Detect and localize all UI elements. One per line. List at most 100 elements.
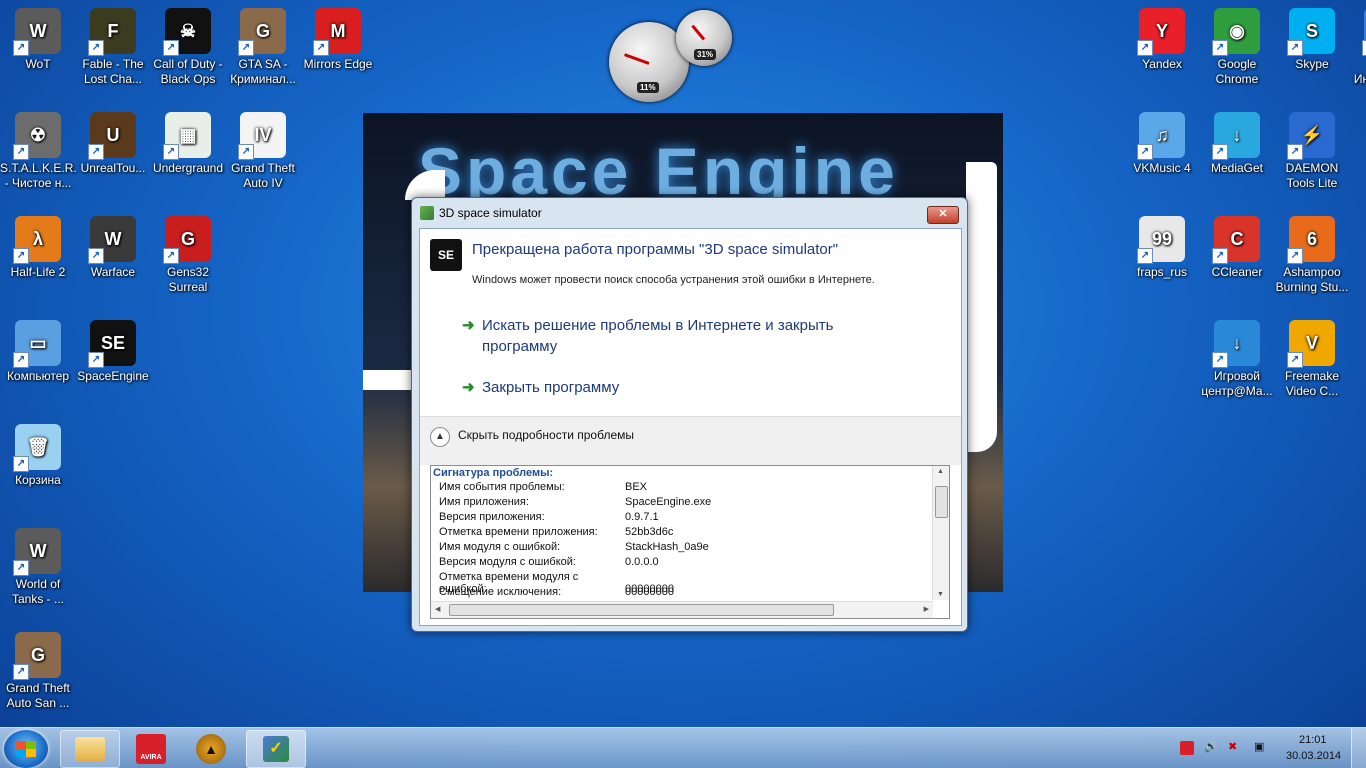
detail-key: Смещение исключения: bbox=[439, 586, 562, 598]
shortcut-arrow-icon: ↗ bbox=[13, 248, 29, 264]
hide-details-link[interactable]: Скрыть подробности проблемы bbox=[458, 428, 634, 442]
desktop-icon-right-7[interactable]: 99 ↗ fraps_rus bbox=[1124, 216, 1200, 280]
scroll-up-icon[interactable]: ▲ bbox=[937, 468, 944, 475]
taskbar-aimp[interactable]: ▲ bbox=[196, 734, 226, 764]
app-icon: Y ↗ bbox=[1137, 8, 1185, 56]
tray-avira-icon[interactable] bbox=[1180, 741, 1194, 755]
desktop-icon-right-11[interactable]: V ↗ Freemake Video C... bbox=[1274, 320, 1350, 399]
clock-time[interactable]: 21:01 bbox=[1299, 734, 1327, 746]
desktop-icon-left-15[interactable]: W ↗ World of Tanks - ... bbox=[0, 528, 76, 607]
desktop-icon-label: DAEMON Tools Lite bbox=[1285, 161, 1339, 190]
folder-icon bbox=[75, 737, 105, 761]
app-icon: W ↗ bbox=[13, 528, 61, 576]
network-icon[interactable]: ✖ bbox=[1228, 740, 1237, 753]
desktop-icon-left-13[interactable]: SE ↗ SpaceEngine bbox=[75, 320, 151, 384]
app-icon: 6 ↗ bbox=[1287, 216, 1335, 264]
desktop-icon-label: CCleaner bbox=[1211, 265, 1263, 279]
desktop-icon-label: World of Tanks - ... bbox=[11, 577, 64, 606]
detail-row: Версия приложения: 0.9.7.1 bbox=[439, 511, 659, 526]
desktop-icon-label: UnrealTou... bbox=[80, 161, 146, 175]
close-button[interactable]: ✕ bbox=[927, 206, 959, 224]
desktop-icon-right-2[interactable]: S ↗ Skype bbox=[1274, 8, 1350, 72]
start-button[interactable] bbox=[4, 730, 48, 768]
desktop-icon-left-8[interactable]: IV ↗ Grand Theft Auto IV bbox=[225, 112, 301, 191]
desktop-icon-left-11[interactable]: G ↗ Gens32 Surreal bbox=[150, 216, 226, 295]
shortcut-arrow-icon: ↗ bbox=[1287, 144, 1303, 160]
desktop-icon-left-5[interactable]: ☢ ↗ S.T.A.L.K.E.R. - Чистое н... bbox=[0, 112, 77, 191]
shortcut-arrow-icon: ↗ bbox=[88, 144, 104, 160]
memory-gadget[interactable]: 31% bbox=[676, 10, 732, 66]
desktop-icon-left-7[interactable]: ▦ ↗ Undergraund bbox=[150, 112, 226, 176]
search-solution-option[interactable]: ➜ Искать решение проблемы в Интернете и … bbox=[462, 315, 892, 357]
action-center-icon[interactable]: ▣ bbox=[1254, 740, 1264, 753]
shortcut-arrow-icon: ↗ bbox=[13, 352, 29, 368]
scroll-down-icon[interactable]: ▼ bbox=[937, 591, 944, 598]
taskbar-explorer[interactable] bbox=[60, 730, 120, 768]
dialog-titlebar[interactable]: 3D space simulator bbox=[412, 198, 967, 228]
detail-value: SpaceEngine.exe bbox=[625, 496, 712, 508]
memory-percent: 31% bbox=[694, 49, 717, 60]
chevron-up-icon[interactable]: ▲ bbox=[430, 427, 450, 447]
desktop-icon-left-10[interactable]: W ↗ Warface bbox=[75, 216, 151, 280]
detail-row: Смещение исключения: 00000000 bbox=[439, 586, 674, 601]
shortcut-arrow-icon: ↗ bbox=[1287, 248, 1303, 264]
desktop-icon-right-4[interactable]: ♫ ↗ VKMusic 4 bbox=[1124, 112, 1200, 176]
desktop-icon-label: GTA SA - Криминал... bbox=[230, 57, 296, 86]
desktop-icon-label: Half-Life 2 bbox=[10, 265, 66, 279]
vertical-scrollbar[interactable]: ▲ ▼ bbox=[932, 466, 949, 600]
app-icon: U ↗ bbox=[88, 112, 136, 160]
desktop-icon-left-2[interactable]: ☠ ↗ Call of Duty - Black Ops bbox=[150, 8, 226, 87]
scroll-left-icon[interactable]: ◀ bbox=[435, 605, 440, 613]
desktop-icon-right-5[interactable]: ↓ ↗ MediaGet bbox=[1199, 112, 1275, 176]
taskbar-avira[interactable]: AVIRA bbox=[136, 734, 166, 764]
desktop-icon-right-6[interactable]: ⚡ ↗ DAEMON Tools Lite bbox=[1274, 112, 1350, 191]
arrow-right-icon: ➜ bbox=[462, 317, 475, 334]
desktop-icon-label: Google Chrome bbox=[1215, 57, 1259, 86]
app-icon: ◉ ↗ bbox=[1212, 8, 1260, 56]
desktop-icon-right-3[interactable]: ▭↗VPN Интернет-... bbox=[1349, 8, 1366, 87]
horizontal-scroll-thumb[interactable] bbox=[449, 604, 834, 616]
desktop-icon-right-10[interactable]: ↓ ↗ Игровой центр@Ма... bbox=[1199, 320, 1275, 399]
desktop-icon-right-1[interactable]: ◉ ↗ Google Chrome bbox=[1199, 8, 1275, 87]
desktop-icon-right-9[interactable]: 6 ↗ Ashampoo Burning Stu... bbox=[1274, 216, 1350, 295]
desktop-icon-left-0[interactable]: W ↗ WoT bbox=[0, 8, 76, 72]
app-icon: ↓ ↗ bbox=[1212, 112, 1260, 160]
scroll-right-icon[interactable]: ▶ bbox=[924, 605, 929, 613]
app-icon: ▭↗ bbox=[13, 320, 61, 368]
desktop-icon-left-14[interactable]: 🗑 ↗ Корзина bbox=[0, 424, 76, 488]
detail-row: Версия модуля с ошибкой: 0.0.0.0 bbox=[439, 556, 659, 571]
desktop-icon-label: Gens32 Surreal bbox=[166, 265, 210, 294]
vertical-scroll-thumb[interactable] bbox=[935, 486, 948, 518]
shortcut-arrow-icon: ↗ bbox=[88, 248, 104, 264]
shortcut-arrow-icon: ↗ bbox=[163, 144, 179, 160]
close-program-option[interactable]: ➜ Закрыть программу bbox=[462, 377, 892, 398]
problem-details-box[interactable]: Сигнатура проблемы: Имя события проблемы… bbox=[430, 465, 950, 619]
desktop-icon-label: Freemake Video C... bbox=[1284, 369, 1340, 398]
app-icon: λ ↗ bbox=[13, 216, 61, 264]
desktop-icon-label: MediaGet bbox=[1210, 161, 1264, 175]
desktop-icon-left-12[interactable]: ▭ ↗ Компьютер bbox=[0, 320, 76, 384]
desktop-icon-right-0[interactable]: Y ↗ Yandex bbox=[1124, 8, 1200, 72]
show-desktop-button[interactable] bbox=[1351, 728, 1366, 768]
desktop-icon-left-4[interactable]: M ↗ Mirrors Edge bbox=[300, 8, 376, 72]
detail-value: BEX bbox=[625, 481, 648, 493]
desktop-icon-left-16[interactable]: G ↗ Grand Theft Auto San ... bbox=[0, 632, 76, 711]
desktop-icon-right-8[interactable]: C ↗ CCleaner bbox=[1199, 216, 1275, 280]
desktop-icon-left-3[interactable]: G ↗ GTA SA - Криминал... bbox=[225, 8, 301, 87]
desktop-icon-label: fraps_rus bbox=[1136, 265, 1188, 279]
desktop-icon-left-6[interactable]: U ↗ UnrealTou... bbox=[75, 112, 151, 176]
app-icon: C ↗ bbox=[1212, 216, 1260, 264]
clock-date[interactable]: 30.03.2014 bbox=[1286, 750, 1341, 762]
desktop-icon-left-1[interactable]: F ↗ Fable - The Lost Cha... bbox=[75, 8, 151, 87]
volume-icon[interactable]: 🔊 bbox=[1204, 740, 1218, 753]
shortcut-arrow-icon: ↗ bbox=[88, 352, 104, 368]
detail-value: 0.9.7.1 bbox=[625, 511, 659, 523]
app-icon: ▦ ↗ bbox=[163, 112, 211, 160]
desktop-icon-left-9[interactable]: λ ↗ Half-Life 2 bbox=[0, 216, 76, 280]
taskbar-error-reporting[interactable]: ✓ bbox=[246, 730, 306, 768]
dialog-title: 3D space simulator bbox=[439, 206, 542, 220]
shortcut-arrow-icon: ↗ bbox=[13, 144, 29, 160]
horizontal-scrollbar[interactable]: ◀ ▶ bbox=[431, 601, 933, 618]
spaceengine-app-icon: SE bbox=[430, 239, 462, 271]
app-icon: F ↗ bbox=[88, 8, 136, 56]
